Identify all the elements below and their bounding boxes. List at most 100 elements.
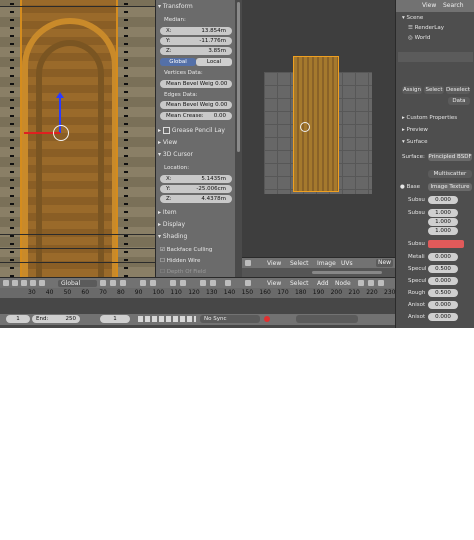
subsurface-field[interactable]: 0.000 — [428, 196, 458, 204]
z-arrowhead-icon[interactable] — [56, 92, 64, 98]
render-icon[interactable] — [210, 280, 216, 286]
mirror-icon[interactable] — [180, 280, 186, 286]
end-frame-field[interactable]: End: 250 — [32, 315, 80, 323]
subsurface-radius-x[interactable]: 1.000 — [428, 209, 458, 217]
start-frame-field[interactable]: 1 — [6, 315, 30, 323]
cursor-z-field[interactable]: Z: 4.4378m — [160, 195, 232, 203]
anisotropic-rotation-field[interactable]: 0.000 — [428, 313, 458, 321]
editor-type-icon[interactable] — [245, 280, 251, 286]
timeline-tick-label: 110 — [170, 289, 182, 296]
preview-header[interactable]: ▸ Preview — [402, 127, 428, 133]
vertices-data-label: Vertices Data: — [164, 70, 203, 76]
menu-search[interactable]: Search — [443, 2, 464, 9]
view-section-header[interactable]: ▸ View — [158, 139, 234, 146]
median-z-field[interactable]: Z: 3.85m — [160, 47, 232, 55]
specular-field[interactable]: 0.500 — [428, 265, 458, 273]
timeline-tick-label: 80 — [117, 289, 125, 296]
anisotropic-field[interactable]: 0.000 — [428, 301, 458, 309]
keying-set-field[interactable] — [296, 315, 358, 323]
timeline[interactable]: 30 40 50 60 70 80 90 100 110 120 130 140 150 160 170 18… — [0, 288, 395, 328]
outliner-scene[interactable]: ▾ Scene — [402, 15, 423, 21]
mean-crease-field[interactable]: Mean Crease: 0.00 — [160, 112, 232, 120]
panel-scrollbar[interactable] — [235, 0, 242, 277]
median-x-field[interactable]: X: 13.854m — [160, 27, 232, 35]
snap-icon[interactable] — [140, 280, 146, 286]
uv-scroll-strip[interactable] — [242, 268, 395, 277]
new-image-button[interactable]: New — [376, 259, 393, 267]
snap-icon[interactable] — [150, 280, 156, 286]
cursor-y-field[interactable]: Y: -25.006cm — [160, 185, 232, 193]
manipulator-circle-icon[interactable] — [53, 125, 69, 141]
deselect-button[interactable]: Deselect — [446, 86, 470, 94]
surface-section-header[interactable]: ▾ Surface — [402, 139, 427, 145]
node-type-icon[interactable] — [378, 280, 384, 286]
subsurface-radius-y[interactable]: 1.000 — [428, 218, 458, 226]
subsurface-color-swatch[interactable] — [428, 240, 464, 248]
menu-add[interactable]: Add — [317, 280, 329, 287]
menu-view[interactable]: View — [422, 2, 436, 9]
node-type-icon[interactable] — [358, 280, 364, 286]
menu-node[interactable]: Node — [335, 280, 351, 287]
item-section-header[interactable]: ▸ Item — [158, 209, 234, 216]
data-dropdown[interactable]: Data — [448, 97, 470, 105]
render-icon[interactable] — [200, 280, 206, 286]
shading-icon[interactable] — [21, 280, 27, 286]
record-icon[interactable] — [264, 316, 270, 322]
node-type-icon[interactable] — [368, 280, 374, 286]
properties-editor: View Search ▾ Scene ☰ RenderLay ◎ World … — [395, 0, 474, 328]
hidden-wire-checkbox[interactable]: ☐ Hidden Wire — [160, 258, 200, 264]
metallic-field[interactable]: 0.000 — [428, 253, 458, 261]
backface-culling-checkbox[interactable]: ☑ Backface Culling — [160, 247, 212, 253]
assign-button[interactable]: Assign — [402, 86, 422, 94]
depth-of-field-checkbox[interactable]: ☐ Depth Of Field — [160, 269, 206, 275]
distribution-dropdown[interactable]: Multiscatter — [428, 170, 472, 178]
roughness-field[interactable]: 0.500 — [428, 289, 458, 297]
edge-bevel-weight-field[interactable]: Mean Bevel Weig 0.00 — [160, 101, 232, 109]
mode-icon[interactable] — [12, 280, 18, 286]
global-toggle[interactable]: Global — [160, 58, 196, 66]
menu-uvs[interactable]: UVs — [341, 260, 353, 267]
local-toggle[interactable]: Local — [196, 58, 232, 66]
median-y-field[interactable]: Y: -11.776m — [160, 37, 232, 45]
grease-pencil-section-header[interactable]: ▸ Grease Pencil Lay — [158, 127, 234, 134]
sync-dropdown[interactable]: No Sync — [200, 315, 260, 323]
menu-view[interactable]: View — [267, 260, 281, 267]
current-frame-field[interactable]: 1 — [100, 315, 130, 323]
specular-tint-field[interactable]: 0.000 — [428, 277, 458, 285]
menu-image[interactable]: Image — [317, 260, 336, 267]
custom-properties-header[interactable]: ▸ Custom Properties — [402, 115, 457, 121]
outliner-world[interactable]: ◎ World — [408, 35, 430, 41]
base-color-texture-button[interactable]: Image Texture — [428, 183, 472, 191]
layer-icon[interactable] — [110, 280, 116, 286]
select-button[interactable]: Select — [424, 86, 444, 94]
menu-view[interactable]: View — [267, 280, 281, 287]
cursor-section-header[interactable]: ▾ 3D Cursor — [158, 151, 234, 158]
transform-section-header[interactable]: ▾ Transform — [158, 3, 234, 10]
edge-line — [20, 0, 22, 277]
manipulator-icon[interactable] — [39, 280, 45, 286]
vertex-bevel-weight-field[interactable]: Mean Bevel Weig 0.00 — [160, 80, 232, 88]
playback-controls[interactable] — [138, 316, 196, 322]
2d-cursor-icon[interactable] — [300, 122, 310, 132]
cursor-x-field[interactable]: X: 5.1435m — [160, 175, 232, 183]
subsurface-radius-z[interactable]: 1.000 — [428, 227, 458, 235]
orientation-dropdown[interactable]: Global — [58, 280, 97, 287]
layer-icon[interactable] — [120, 280, 126, 286]
surface-shader-button[interactable]: Principled BSDF — [428, 153, 472, 161]
display-section-header[interactable]: ▸ Display — [158, 221, 234, 228]
layer-icon[interactable] — [100, 280, 106, 286]
editor-type-icon[interactable] — [3, 280, 9, 286]
timeline-ruler[interactable]: 30 40 50 60 70 80 90 100 110 120 130 140 150 160 170 18… — [0, 288, 395, 298]
proportional-icon[interactable] — [170, 280, 176, 286]
menu-select[interactable]: Select — [290, 260, 309, 267]
checkbox-icon[interactable] — [162, 127, 170, 134]
pivot-icon[interactable] — [30, 280, 36, 286]
properties-tabs[interactable] — [398, 52, 473, 62]
outliner-render-layers[interactable]: ☰ RenderLay — [408, 25, 444, 31]
uv-image-editor[interactable] — [242, 0, 395, 257]
editor-type-icon[interactable] — [245, 260, 251, 266]
menu-select[interactable]: Select — [290, 280, 309, 287]
shading-section-header[interactable]: ▾ Shading — [158, 233, 234, 240]
3d-viewport[interactable] — [0, 0, 155, 277]
overlay-icon[interactable] — [225, 280, 231, 286]
